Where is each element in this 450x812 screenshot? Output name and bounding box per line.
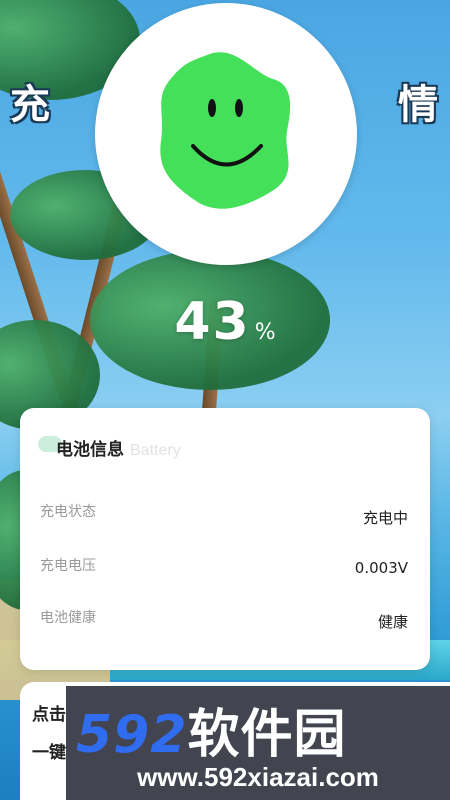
watermark-logo: 592软件园	[76, 692, 347, 767]
site-watermark: 592软件园 www.592xiazai.com	[66, 686, 450, 800]
battery-info-card: 电池信息 Battery 充电状态 充电中 充电电压 0.003V 电池健康 健…	[20, 408, 430, 670]
card-ghost-text: Battery	[130, 442, 181, 459]
card-title: 电池信息	[56, 440, 124, 460]
row-label-charge-status: 充电状态	[40, 504, 96, 520]
battery-mascot-circle[interactable]	[95, 3, 357, 265]
one-tap-line2: 一键	[32, 743, 66, 763]
row-value-charge-status: 充电中	[362, 509, 408, 527]
watermark-number: 592	[76, 705, 188, 765]
battery-percent: 43%	[0, 292, 450, 352]
smiley-blob-icon	[160, 52, 291, 209]
side-char-right: 情	[398, 82, 438, 128]
row-label-battery-health: 电池健康	[40, 610, 96, 626]
watermark-url: www.592xiazai.com	[137, 762, 379, 792]
row-label-charge-voltage: 充电电压	[40, 558, 96, 574]
one-tap-line1: 点击	[32, 705, 66, 725]
row-value-charge-voltage: 0.003V	[354, 559, 408, 577]
side-char-left: 充	[10, 82, 50, 128]
watermark-text: 软件园	[187, 705, 347, 765]
battery-percent-value: 43	[174, 292, 251, 352]
row-value-battery-health: 健康	[377, 613, 408, 631]
battery-percent-symbol: %	[254, 320, 276, 345]
